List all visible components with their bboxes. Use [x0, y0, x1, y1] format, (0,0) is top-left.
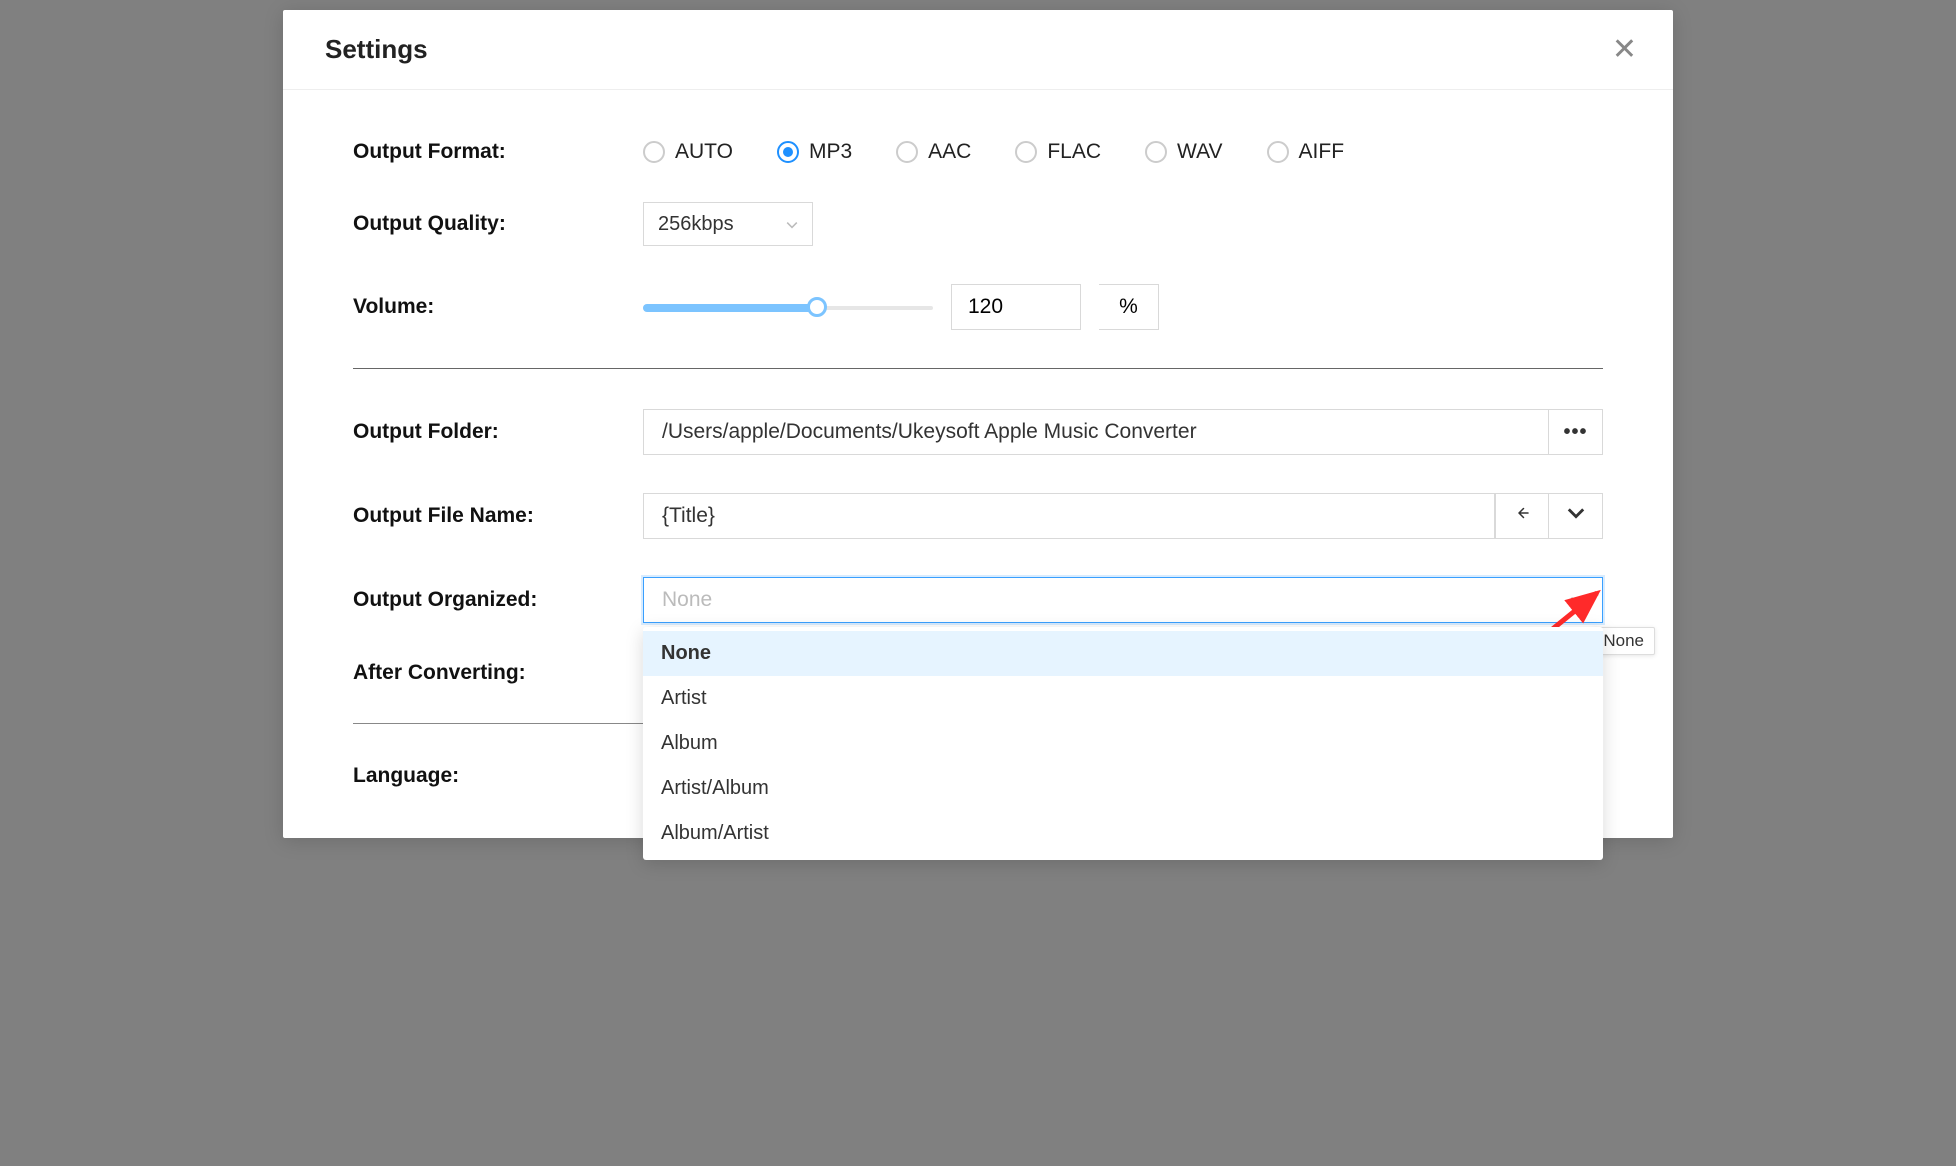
dropdown-item-artist-album[interactable]: Artist/Album — [643, 766, 1603, 811]
label-output-file-name: Output File Name: — [353, 504, 643, 528]
label-volume: Volume: — [353, 295, 643, 319]
output-organized-placeholder: None — [662, 588, 712, 612]
output-quality-value: 256kbps — [658, 213, 734, 236]
radio-label: AIFF — [1299, 140, 1345, 164]
output-format-radio-group: AUTO MP3 AAC FLAC WAV AIFF — [643, 140, 1344, 164]
dropdown-item-artist[interactable]: Artist — [643, 676, 1603, 721]
output-file-name-controls: {Title} — [643, 493, 1603, 539]
output-file-name-input[interactable]: {Title} — [643, 493, 1495, 539]
label-language: Language: — [353, 764, 643, 788]
output-format-controls: AUTO MP3 AAC FLAC WAV AIFF — [643, 140, 1603, 164]
radio-label: AUTO — [675, 140, 733, 164]
modal-title: Settings — [325, 34, 428, 65]
volume-value: 120 — [968, 295, 1003, 319]
row-volume: Volume: 120 % — [353, 284, 1603, 330]
dropdown-item-album-artist[interactable]: Album/Artist — [643, 811, 1603, 856]
radio-flac[interactable]: FLAC — [1015, 140, 1101, 164]
radio-label: WAV — [1177, 140, 1223, 164]
row-output-file-name: Output File Name: {Title} — [353, 493, 1603, 539]
modal-content: Output Format: AUTO MP3 AAC FLAC WAV AIFF Out… — [283, 90, 1673, 838]
modal-header: Settings ✕ — [283, 10, 1673, 90]
output-organized-menu: NoneArtistAlbumArtist/AlbumAlbum/Artist — [643, 627, 1603, 860]
label-output-quality: Output Quality: — [353, 212, 643, 236]
radio-circle-icon — [1145, 141, 1167, 163]
label-output-format: Output Format: — [353, 140, 643, 164]
volume-controls: 120 % — [643, 284, 1603, 330]
row-output-quality: Output Quality: 256kbps — [353, 202, 1603, 246]
label-output-folder: Output Folder: — [353, 420, 643, 444]
chevron-down-icon — [1567, 504, 1585, 528]
radio-mp3[interactable]: MP3 — [777, 140, 852, 164]
output-file-name-group: {Title} — [643, 493, 1603, 539]
output-quality-controls: 256kbps — [643, 202, 1603, 246]
radio-auto[interactable]: AUTO — [643, 140, 733, 164]
slider-fill — [643, 304, 817, 312]
output-folder-value: /Users/apple/Documents/Ukeysoft Apple Mu… — [662, 420, 1197, 444]
output-organized-dropdown: None NoneArtistAlbumArtist/AlbumAlbum/Ar… — [643, 577, 1603, 623]
output-organized-select[interactable]: None — [643, 577, 1603, 623]
output-quality-select[interactable]: 256kbps — [643, 202, 813, 246]
output-folder-controls: /Users/apple/Documents/Ukeysoft Apple Mu… — [643, 409, 1603, 455]
radio-aac[interactable]: AAC — [896, 140, 971, 164]
output-folder-group: /Users/apple/Documents/Ukeysoft Apple Mu… — [643, 409, 1603, 455]
browse-folder-button[interactable]: ••• — [1549, 409, 1603, 455]
radio-aiff[interactable]: AIFF — [1267, 140, 1345, 164]
label-after-converting: After Converting: — [353, 661, 643, 685]
output-organized-controls: None NoneArtistAlbumArtist/AlbumAlbum/Ar… — [643, 577, 1603, 623]
row-output-format: Output Format: AUTO MP3 AAC FLAC WAV AIFF — [353, 140, 1603, 164]
radio-circle-icon — [777, 141, 799, 163]
radio-label: FLAC — [1047, 140, 1101, 164]
radio-wav[interactable]: WAV — [1145, 140, 1223, 164]
output-folder-input[interactable]: /Users/apple/Documents/Ukeysoft Apple Mu… — [643, 409, 1549, 455]
slider-thumb[interactable] — [807, 297, 827, 317]
close-button[interactable]: ✕ — [1612, 32, 1637, 67]
output-file-name-value: {Title} — [662, 504, 715, 528]
volume-slider[interactable] — [643, 304, 933, 310]
chevron-down-icon — [786, 216, 798, 232]
volume-input[interactable]: 120 — [951, 284, 1081, 330]
radio-circle-icon — [643, 141, 665, 163]
arrow-left-icon — [1513, 504, 1531, 528]
radio-circle-icon — [1267, 141, 1289, 163]
filename-template-button[interactable] — [1549, 493, 1603, 539]
reset-filename-button[interactable] — [1495, 493, 1549, 539]
close-icon: ✕ — [1612, 33, 1637, 66]
radio-circle-icon — [1015, 141, 1037, 163]
volume-unit: % — [1099, 284, 1159, 330]
settings-modal: Settings ✕ Output Format: AUTO MP3 AAC FLAC… — [283, 10, 1673, 838]
chevron-down-icon — [1570, 592, 1584, 608]
dropdown-item-none[interactable]: None — [643, 631, 1603, 676]
divider — [353, 368, 1603, 369]
radio-label: MP3 — [809, 140, 852, 164]
row-output-folder: Output Folder: /Users/apple/Documents/Uk… — [353, 409, 1603, 455]
radio-circle-icon — [896, 141, 918, 163]
radio-label: AAC — [928, 140, 971, 164]
label-output-organized: Output Organized: — [353, 588, 643, 612]
row-output-organized: Output Organized: None NoneArtistAlbumAr… — [353, 577, 1603, 623]
dropdown-item-album[interactable]: Album — [643, 721, 1603, 766]
more-icon: ••• — [1563, 421, 1587, 444]
radio-dot-icon — [783, 147, 793, 157]
